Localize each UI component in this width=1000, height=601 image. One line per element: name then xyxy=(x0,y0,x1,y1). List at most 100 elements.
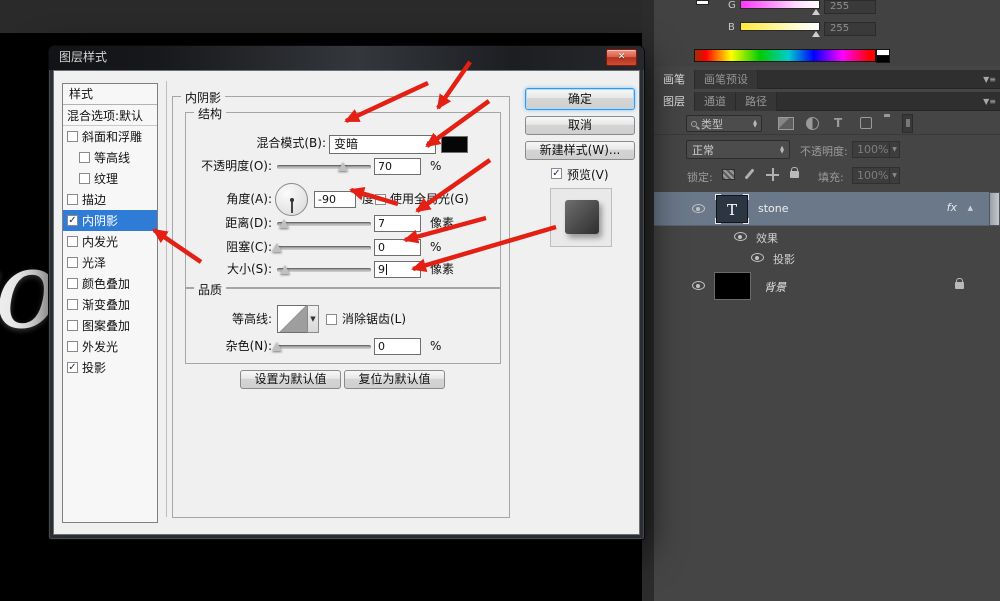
style-item-color-overlay[interactable]: 颜色叠加 xyxy=(63,273,157,294)
visibility-eye-icon[interactable] xyxy=(692,204,705,213)
layer-row-background[interactable]: 背景 xyxy=(654,270,1000,302)
lock-all-icon[interactable] xyxy=(790,171,799,178)
distance-field[interactable]: 7 xyxy=(374,215,421,232)
layers-scrollbar-thumb[interactable] xyxy=(989,192,1000,226)
green-value-field[interactable]: 255 xyxy=(824,0,876,14)
visibility-eye-icon[interactable] xyxy=(751,253,764,262)
cancel-button[interactable]: 取消 xyxy=(525,116,635,135)
filter-pixel-layers-icon[interactable] xyxy=(778,117,794,130)
checkbox[interactable] xyxy=(67,299,78,310)
noise-field[interactable]: 0 xyxy=(374,338,421,355)
close-button[interactable]: ✕ xyxy=(606,49,637,66)
opacity-dropdown-icon[interactable]: ▼ xyxy=(889,141,900,158)
foreground-color-swatch[interactable] xyxy=(696,0,709,5)
drop-shadow-effect-row[interactable]: 投影 xyxy=(654,248,1000,268)
layer-row-stone[interactable]: T stone fx ▲ xyxy=(654,192,989,226)
checkbox[interactable] xyxy=(67,194,78,205)
checkbox[interactable] xyxy=(67,257,78,268)
black-swatch[interactable] xyxy=(876,55,890,63)
lock-paint-icon[interactable] xyxy=(744,168,754,179)
fx-badge[interactable]: fx xyxy=(947,201,957,214)
fill-value[interactable]: 100% xyxy=(852,167,890,184)
layer-blend-mode-dropdown[interactable]: 正常 ▲▼ xyxy=(686,140,790,159)
noise-slider[interactable] xyxy=(277,345,371,349)
size-slider[interactable] xyxy=(277,268,371,272)
green-channel-slider[interactable] xyxy=(740,0,820,9)
text-layer-thumbnail[interactable]: T xyxy=(716,195,748,223)
tab-brush[interactable]: 画笔 xyxy=(654,70,695,89)
preview-checkbox[interactable]: ✓ xyxy=(551,168,562,179)
new-style-button[interactable]: 新建样式(W)... xyxy=(525,141,635,160)
checkbox[interactable] xyxy=(79,173,90,184)
blue-slider-thumb[interactable] xyxy=(812,31,820,37)
checkbox[interactable]: ✓ xyxy=(67,215,78,226)
effects-row[interactable]: 效果 xyxy=(654,226,1000,248)
style-item-drop-shadow[interactable]: ✓投影 xyxy=(63,357,157,378)
anti-alias-checkbox[interactable] xyxy=(326,314,337,325)
checkbox[interactable] xyxy=(67,236,78,247)
layer-name[interactable]: 背景 xyxy=(764,279,786,295)
lock-transparency-icon[interactable] xyxy=(722,169,735,180)
angle-dial[interactable] xyxy=(275,183,308,216)
checkbox[interactable] xyxy=(67,278,78,289)
choke-slider-thumb[interactable] xyxy=(272,243,282,252)
tab-brush-presets[interactable]: 画笔预设 xyxy=(695,70,758,89)
opacity-field[interactable]: 70 xyxy=(374,158,421,175)
tab-channels[interactable]: 通道 xyxy=(695,92,736,111)
style-item-stroke[interactable]: 描边 xyxy=(63,189,157,210)
visibility-eye-icon[interactable] xyxy=(734,232,747,241)
checkbox[interactable] xyxy=(67,341,78,352)
style-item-inner-glow[interactable]: 内发光 xyxy=(63,231,157,252)
background-layer-thumbnail[interactable] xyxy=(714,272,751,300)
filter-toggle-icon[interactable] xyxy=(902,114,913,133)
style-item-satin[interactable]: 光泽 xyxy=(63,252,157,273)
tab-layers[interactable]: 图层 xyxy=(654,92,695,111)
lock-move-icon[interactable] xyxy=(766,168,779,181)
color-spectrum-ramp[interactable] xyxy=(694,49,876,62)
global-light-checkbox[interactable] xyxy=(375,194,386,205)
filter-adjustment-layers-icon[interactable] xyxy=(806,117,819,130)
size-field[interactable]: 9 xyxy=(374,261,421,278)
ok-button[interactable]: 确定 xyxy=(525,88,635,110)
shadow-color-swatch[interactable] xyxy=(441,136,468,153)
set-default-button[interactable]: 设置为默认值 xyxy=(240,370,341,389)
checkbox[interactable] xyxy=(67,131,78,142)
angle-field[interactable]: -90 xyxy=(314,191,356,208)
layer-name[interactable]: stone xyxy=(758,202,789,215)
noise-slider-thumb[interactable] xyxy=(272,342,282,351)
blend-mode-dropdown[interactable]: 变暗▼ xyxy=(329,135,436,154)
layer-opacity-value[interactable]: 100% xyxy=(852,141,890,158)
blue-channel-slider[interactable] xyxy=(740,22,820,31)
visibility-eye-icon[interactable] xyxy=(692,281,705,290)
choke-field[interactable]: 0 xyxy=(374,239,421,256)
style-item-blending-options[interactable]: 混合选项:默认 xyxy=(63,105,157,126)
style-item-bevel-emboss[interactable]: 斜面和浮雕 xyxy=(63,126,157,147)
dialog-titlebar[interactable]: 图层样式 xyxy=(49,46,644,70)
style-item-texture[interactable]: 纹理 xyxy=(63,168,157,189)
panel-menu-icon[interactable]: ▼≡ xyxy=(983,70,996,89)
choke-slider[interactable] xyxy=(277,246,371,250)
opacity-slider[interactable] xyxy=(277,165,371,169)
style-item-contour[interactable]: 等高线 xyxy=(63,147,157,168)
size-slider-thumb[interactable] xyxy=(280,265,290,274)
green-slider-thumb[interactable] xyxy=(812,9,820,15)
panel-menu-icon[interactable]: ▼≡ xyxy=(983,92,996,111)
style-item-pattern-overlay[interactable]: 图案叠加 xyxy=(63,315,157,336)
collapse-effects-icon[interactable]: ▲ xyxy=(968,204,973,212)
checkbox[interactable] xyxy=(79,152,90,163)
style-item-outer-glow[interactable]: 外发光 xyxy=(63,336,157,357)
filter-type-layers-icon[interactable]: T xyxy=(834,117,842,130)
style-item-gradient-overlay[interactable]: 渐变叠加 xyxy=(63,294,157,315)
checkbox[interactable]: ✓ xyxy=(67,362,78,373)
style-item-inner-shadow[interactable]: ✓内阴影 xyxy=(63,210,157,231)
opacity-slider-thumb[interactable] xyxy=(338,162,348,171)
reset-default-button[interactable]: 复位为默认值 xyxy=(344,370,445,389)
tab-paths[interactable]: 路径 xyxy=(736,92,777,111)
fill-dropdown-icon[interactable]: ▼ xyxy=(889,167,900,184)
contour-dropdown-icon[interactable]: ▼ xyxy=(307,305,319,333)
blue-value-field[interactable]: 255 xyxy=(824,22,876,36)
filter-type-dropdown[interactable]: 类型 ▲▼ xyxy=(686,115,762,132)
distance-slider-thumb[interactable] xyxy=(279,219,289,228)
contour-picker[interactable] xyxy=(277,305,308,333)
checkbox[interactable] xyxy=(67,320,78,331)
